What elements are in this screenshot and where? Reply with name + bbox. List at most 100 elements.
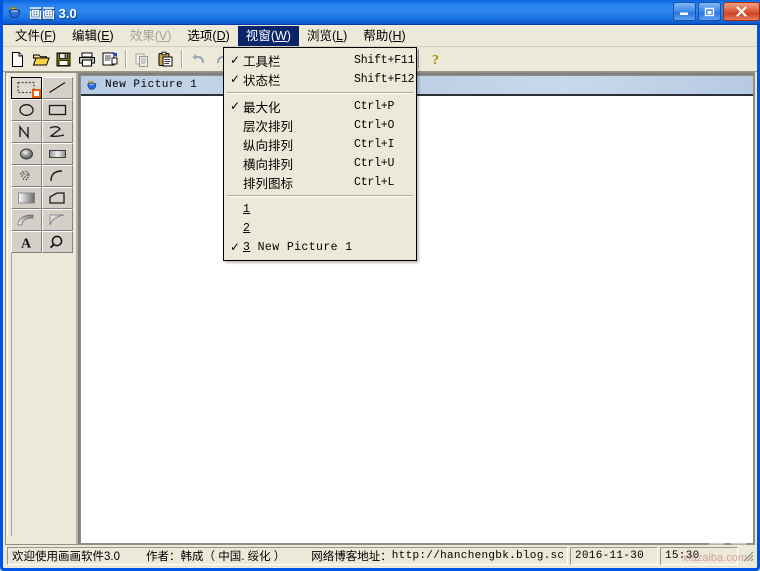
- menu-edit-label: 编辑: [72, 28, 98, 43]
- menu-options-accel: (D): [212, 28, 230, 43]
- toolbar-separator-1: [125, 50, 127, 68]
- open-folder-icon[interactable]: [29, 48, 52, 70]
- filled-rectangle-tool[interactable]: [42, 143, 73, 165]
- menu-item-tile-vertical-accel: Ctrl+I: [354, 138, 395, 151]
- close-button[interactable]: [723, 2, 760, 21]
- menu-item-mru-1[interactable]: 1: [224, 200, 416, 219]
- ellipse-tool[interactable]: [11, 99, 42, 121]
- window-title: 画画 3.0: [29, 5, 77, 21]
- application-window: 画画 3.0 文件(F) 编辑(E) 效果(V) 选项(D) 视窗(W) 浏览(…: [0, 0, 760, 571]
- help-question-icon[interactable]: ?: [424, 48, 447, 70]
- menu-item-statusbar-accel: Shift+F12: [354, 73, 415, 86]
- paste-icon[interactable]: [154, 48, 177, 70]
- menu-item-mru-3[interactable]: ✓ 3 New Picture 1: [224, 238, 416, 257]
- gradient-corner-tool[interactable]: [42, 209, 73, 231]
- drawing-canvas[interactable]: [82, 98, 752, 542]
- window-frame: 画画 3.0 文件(F) 编辑(E) 效果(V) 选项(D) 视窗(W) 浏览(…: [0, 0, 760, 571]
- menu-item-arrange-icons-accel: Ctrl+L: [354, 176, 395, 189]
- copy-icon[interactable]: [131, 48, 154, 70]
- menu-separator-2: [227, 195, 413, 197]
- menu-item-tile-horizontal[interactable]: 横向排列 Ctrl+U: [224, 154, 416, 173]
- polyline-tool[interactable]: [11, 121, 42, 143]
- menu-file[interactable]: 文件(F): [7, 26, 64, 46]
- status-author: 作者：韩成（ 中国. 绥化 ）: [146, 550, 286, 563]
- menu-edit[interactable]: 编辑(E): [64, 26, 122, 46]
- status-date-cell: 2016-11-30: [570, 546, 658, 565]
- paint-pot-crown-icon: [86, 78, 100, 92]
- menu-effects-label: 效果: [129, 28, 155, 43]
- child-window-title-bar[interactable]: New Picture 1: [81, 76, 753, 96]
- menu-browse-label: 浏览: [306, 28, 332, 43]
- freehand-tool[interactable]: [42, 121, 73, 143]
- window-menu-dropdown: ✓ 工具栏 Shift+F11 ✓ 状态栏 Shift+F12 ✓ 最大化 Ct…: [223, 47, 417, 261]
- toolbar-separator-5: [418, 50, 420, 68]
- menu-item-mru-2[interactable]: 2: [224, 219, 416, 238]
- menu-item-mru-2-number: 2: [243, 222, 251, 235]
- menu-window-label: 视窗: [245, 28, 271, 43]
- zoom-tool[interactable]: [42, 231, 73, 253]
- save-floppy-icon[interactable]: [52, 48, 75, 70]
- arc-tool[interactable]: [42, 165, 73, 187]
- minimize-button[interactable]: [673, 2, 696, 21]
- svg-text:A: A: [21, 237, 32, 251]
- tool-palette-grid: A: [11, 77, 73, 253]
- menu-item-tile-vertical[interactable]: 纵向排列 Ctrl+I: [224, 135, 416, 154]
- menu-item-mru-3-number: 3 New Picture 1: [243, 241, 353, 254]
- spray-tool[interactable]: [11, 165, 42, 187]
- svg-text:?: ?: [432, 53, 439, 67]
- menu-item-maximize-label: 最大化: [243, 101, 281, 115]
- checkmark-icon: ✓: [230, 99, 241, 113]
- rectangle-tool[interactable]: [42, 99, 73, 121]
- menu-item-statusbar-label: 状态栏: [243, 74, 281, 88]
- menu-help-accel: (H): [388, 28, 406, 43]
- text-tool[interactable]: A: [11, 231, 42, 253]
- menu-item-arrange-icons[interactable]: 排列图标 Ctrl+L: [224, 173, 416, 192]
- status-bar: 欢迎使用画画软件3.0 作者：韩成（ 中国. 绥化 ） 网络博客地址： http…: [5, 545, 757, 566]
- maximize-button[interactable]: [698, 2, 721, 21]
- menu-file-accel: (F): [40, 28, 56, 43]
- menu-bar: 文件(F) 编辑(E) 效果(V) 选项(D) 视窗(W) 浏览(L) 帮助(H…: [3, 25, 757, 47]
- gradient-rect-tool[interactable]: [11, 187, 42, 209]
- menu-item-cascade[interactable]: 层次排列 Ctrl+O: [224, 116, 416, 135]
- menu-browse-accel: (L): [331, 28, 348, 43]
- menu-separator-1: [227, 92, 413, 94]
- menu-item-mru-1-number: 1: [243, 203, 251, 216]
- menu-item-tile-horizontal-accel: Ctrl+U: [354, 157, 395, 170]
- paint-pot-crown-icon: [7, 3, 25, 21]
- menu-item-arrange-icons-label: 排列图标: [243, 177, 294, 191]
- menu-effects-accel: (V): [154, 28, 172, 43]
- new-file-icon[interactable]: [6, 48, 29, 70]
- filled-ellipse-tool[interactable]: [11, 143, 42, 165]
- menu-item-tile-horizontal-label: 横向排列: [243, 158, 294, 172]
- menu-browse[interactable]: 浏览(L): [299, 26, 355, 46]
- menu-item-toolbar[interactable]: ✓ 工具栏 Shift+F11: [224, 51, 416, 70]
- undo-icon[interactable]: [187, 48, 210, 70]
- print-preview-icon[interactable]: [98, 48, 121, 70]
- polygon-tool[interactable]: [42, 187, 73, 209]
- resize-grip[interactable]: [741, 549, 755, 563]
- print-icon[interactable]: [75, 48, 98, 70]
- checkmark-icon: ✓: [230, 53, 241, 67]
- menu-item-toolbar-label: 工具栏: [243, 55, 281, 69]
- menu-help[interactable]: 帮助(H): [355, 26, 413, 46]
- menu-item-maximize-accel: Ctrl+P: [354, 100, 395, 113]
- title-bar: 画画 3.0: [3, 0, 760, 25]
- rectangle-select-tool[interactable]: [11, 77, 42, 99]
- menu-window-accel: (W): [270, 28, 291, 43]
- checkmark-icon: ✓: [230, 72, 241, 86]
- status-message-cell: 欢迎使用画画软件3.0 作者：韩成（ 中国. 绥化 ） 网络博客地址： http…: [7, 546, 568, 565]
- menu-effects[interactable]: 效果(V): [122, 26, 180, 46]
- menu-item-maximize[interactable]: ✓ 最大化 Ctrl+P: [224, 97, 416, 116]
- line-tool[interactable]: [42, 77, 73, 99]
- menu-window[interactable]: 视窗(W): [237, 25, 299, 46]
- child-document-window[interactable]: New Picture 1: [80, 75, 754, 544]
- menu-item-cascade-accel: Ctrl+O: [354, 119, 395, 132]
- toolbar-separator-2: [181, 50, 183, 68]
- menu-item-statusbar[interactable]: ✓ 状态栏 Shift+F12: [224, 70, 416, 89]
- status-blog-label: 网络博客地址：: [311, 550, 392, 563]
- menu-options[interactable]: 选项(D): [179, 26, 237, 46]
- window-controls: [673, 2, 760, 21]
- gradient-arc-tool[interactable]: [11, 209, 42, 231]
- menu-file-label: 文件: [15, 28, 41, 43]
- menu-item-cascade-label: 层次排列: [243, 120, 294, 134]
